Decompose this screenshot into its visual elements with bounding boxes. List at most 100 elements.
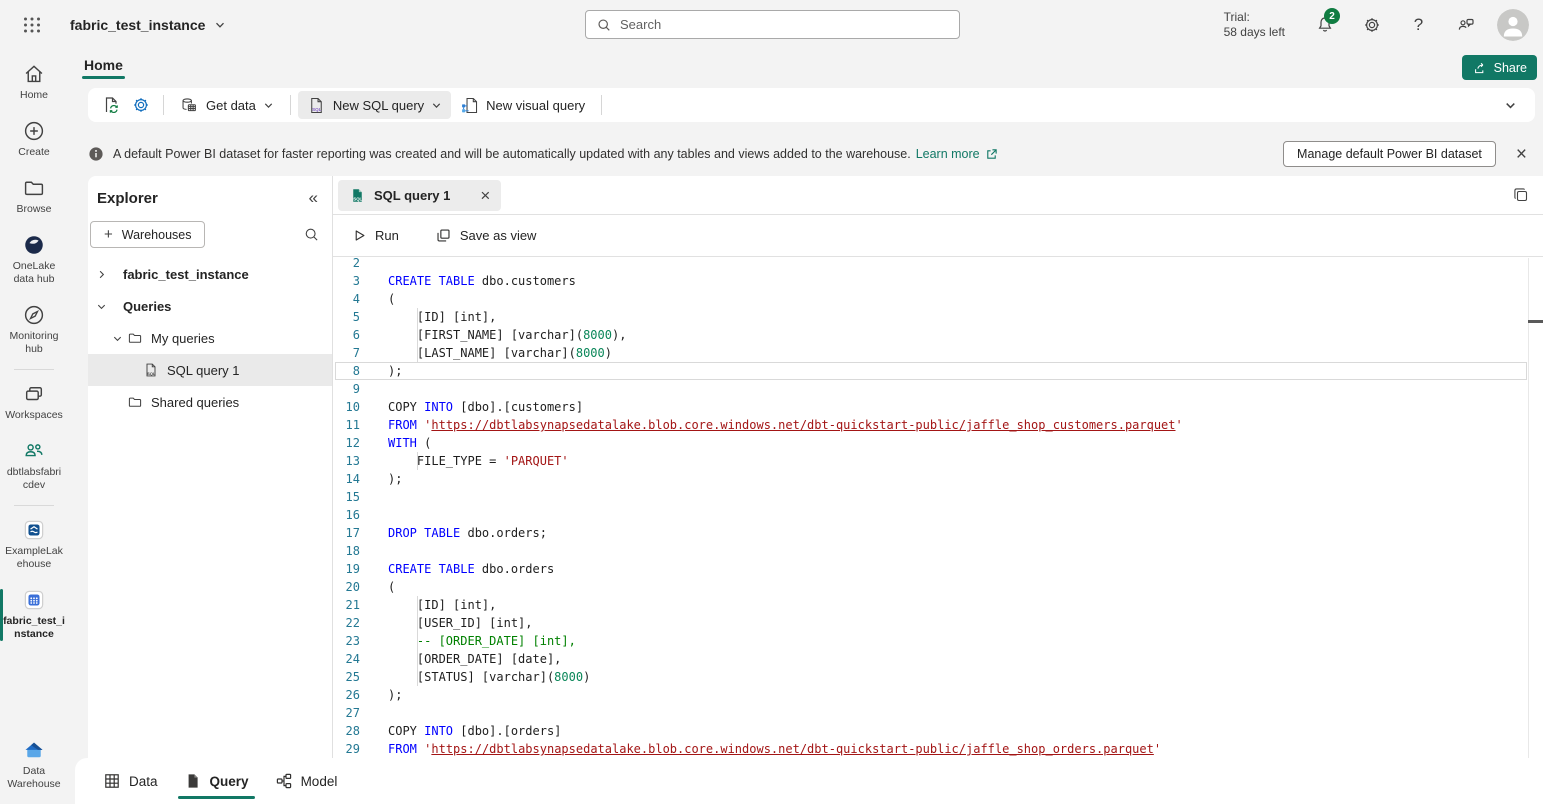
rail-item-label: Monitoringhub bbox=[9, 330, 58, 356]
rail-item-workspaces[interactable]: Workspaces bbox=[0, 374, 68, 431]
toolbar-expand-button[interactable] bbox=[1504, 99, 1517, 112]
code-text: [LAST_NAME] [varchar](8000) bbox=[388, 344, 612, 362]
help-button[interactable]: ? bbox=[1395, 0, 1442, 50]
code-line-16[interactable]: 16 bbox=[333, 506, 1543, 524]
code-line-22[interactable]: 22 [USER_ID] [int], bbox=[333, 614, 1543, 632]
run-button[interactable]: Run bbox=[346, 224, 405, 247]
settings-button[interactable] bbox=[1348, 0, 1395, 50]
code-line-25[interactable]: 25 [STATUS] [varchar](8000) bbox=[333, 668, 1543, 686]
rail-item-label: DataWarehouse bbox=[7, 765, 60, 791]
browse-icon bbox=[22, 176, 46, 200]
banner-message: A default Power BI dataset for faster re… bbox=[113, 147, 911, 161]
main-content: Explorer « + Warehouses fabric_test_inst… bbox=[88, 176, 1543, 758]
rail-item-label: fabric_test_instance bbox=[3, 615, 65, 641]
refresh-button[interactable] bbox=[96, 91, 126, 119]
code-line-12[interactable]: 12WITH ( bbox=[333, 434, 1543, 452]
workspace-switcher[interactable]: fabric_test_instance bbox=[70, 17, 226, 33]
svg-text:SQL: SQL bbox=[147, 371, 156, 376]
workspace-name: fabric_test_instance bbox=[70, 17, 205, 33]
search-input[interactable] bbox=[620, 17, 959, 32]
code-line-13[interactable]: 13 FILE_TYPE = 'PARQUET' bbox=[333, 452, 1543, 470]
code-line-21[interactable]: 21 [ID] [int], bbox=[333, 596, 1543, 614]
rail-item-data-warehouse[interactable]: DataWarehouse bbox=[0, 730, 68, 800]
rail-item-dbtlabsfabricdev[interactable]: dbtlabsfabricdev bbox=[0, 431, 68, 501]
line-number: 26 bbox=[333, 686, 360, 704]
tab-model[interactable]: Model bbox=[269, 758, 344, 804]
rail-item-label: OneLakedata hub bbox=[13, 260, 56, 286]
settings-toolbar-button[interactable] bbox=[126, 91, 156, 119]
code-line-2[interactable]: 2 bbox=[333, 258, 1543, 272]
rail-item-home[interactable]: Home bbox=[0, 54, 68, 111]
sql-document-icon: SQL bbox=[307, 96, 326, 115]
tab-data[interactable]: Data bbox=[97, 758, 164, 804]
explorer-title: Explorer bbox=[97, 190, 158, 207]
close-tab-icon[interactable]: × bbox=[480, 187, 490, 204]
app-launcher-button[interactable] bbox=[14, 7, 50, 43]
code-line-5[interactable]: 5 [ID] [int], bbox=[333, 308, 1543, 326]
code-line-4[interactable]: 4( bbox=[333, 290, 1543, 308]
code-line-27[interactable]: 27 bbox=[333, 704, 1543, 722]
query-tab[interactable]: SQL SQL query 1 × bbox=[338, 180, 501, 211]
code-line-7[interactable]: 7 [LAST_NAME] [varchar](8000) bbox=[333, 344, 1543, 362]
learn-more-link[interactable]: Learn more bbox=[916, 147, 998, 161]
rail-item-create[interactable]: Create bbox=[0, 111, 68, 168]
code-text: DROP TABLE dbo.orders; bbox=[388, 524, 547, 542]
share-button[interactable]: Share bbox=[1462, 55, 1537, 80]
code-line-28[interactable]: 28COPY INTO [dbo].[orders] bbox=[333, 722, 1543, 740]
copy-icon[interactable] bbox=[1512, 186, 1530, 204]
new-visual-query-button[interactable]: New visual query bbox=[451, 91, 594, 119]
rail-item-examplelakehouse[interactable]: ExampleLakehouse bbox=[0, 510, 68, 580]
tab-home[interactable]: Home bbox=[82, 50, 125, 80]
code-line-15[interactable]: 15 bbox=[333, 488, 1543, 506]
code-line-9[interactable]: 9 bbox=[333, 380, 1543, 398]
sql-file-green-icon: SQL bbox=[349, 187, 366, 204]
code-line-14[interactable]: 14); bbox=[333, 470, 1543, 488]
code-line-20[interactable]: 20( bbox=[333, 578, 1543, 596]
collapse-explorer-icon[interactable]: « bbox=[309, 188, 318, 208]
explorer-search-icon[interactable] bbox=[303, 226, 320, 243]
notifications-button[interactable]: 2 bbox=[1301, 0, 1348, 50]
code-line-10[interactable]: 10COPY INTO [dbo].[customers] bbox=[333, 398, 1543, 416]
manage-default-dataset-button[interactable]: Manage default Power BI dataset bbox=[1283, 141, 1496, 167]
sql-editor[interactable]: 23CREATE TABLE dbo.customers4(5 [ID] [in… bbox=[333, 258, 1543, 758]
chevron-right-icon bbox=[95, 269, 107, 280]
save-as-view-button[interactable]: Save as view bbox=[429, 223, 543, 248]
code-text: [FIRST_NAME] [varchar](8000), bbox=[388, 326, 626, 344]
explorer-panel: Explorer « + Warehouses fabric_test_inst… bbox=[88, 176, 333, 758]
tree-item-sql-query-1[interactable]: SQL SQL query 1 bbox=[88, 354, 332, 386]
add-warehouses-button[interactable]: + Warehouses bbox=[90, 221, 205, 248]
code-line-19[interactable]: 19CREATE TABLE dbo.orders bbox=[333, 560, 1543, 578]
line-number: 24 bbox=[333, 650, 360, 668]
tab-query[interactable]: Query bbox=[178, 758, 255, 804]
code-line-24[interactable]: 24 [ORDER_DATE] [date], bbox=[333, 650, 1543, 668]
account-avatar[interactable] bbox=[1497, 9, 1529, 41]
tree-item-my-queries[interactable]: My queries bbox=[88, 322, 332, 354]
code-line-29[interactable]: 29FROM 'https://dbtlabsynapsedatalake.bl… bbox=[333, 740, 1543, 758]
database-icon bbox=[180, 96, 199, 115]
tree-item-queries[interactable]: Queries bbox=[88, 290, 332, 322]
code-line-11[interactable]: 11FROM 'https://dbtlabsynapsedatalake.bl… bbox=[333, 416, 1543, 434]
model-icon bbox=[275, 772, 293, 790]
global-search bbox=[585, 10, 960, 39]
tree-item-shared-queries[interactable]: Shared queries bbox=[88, 386, 332, 418]
get-data-button[interactable]: Get data bbox=[171, 91, 283, 119]
code-line-8[interactable]: 8); bbox=[333, 362, 1543, 380]
code-line-23[interactable]: 23 -- [ORDER_DATE] [int], bbox=[333, 632, 1543, 650]
code-line-18[interactable]: 18 bbox=[333, 542, 1543, 560]
feedback-button[interactable] bbox=[1442, 0, 1489, 50]
home-icon bbox=[22, 62, 46, 86]
new-sql-query-button[interactable]: SQL New SQL query bbox=[298, 91, 451, 119]
rail-item-onelake-data-hub[interactable]: OneLakedata hub bbox=[0, 225, 68, 295]
rail-item-fabric-test-instance[interactable]: fabric_test_instance bbox=[0, 580, 68, 650]
tree-item-warehouse[interactable]: fabric_test_instance bbox=[88, 258, 332, 290]
code-text: ); bbox=[388, 470, 402, 488]
rail-item-monitoring-hub[interactable]: Monitoringhub bbox=[0, 295, 68, 365]
banner-close-icon[interactable]: × bbox=[1516, 145, 1527, 164]
rail-item-browse[interactable]: Browse bbox=[0, 168, 68, 225]
code-line-6[interactable]: 6 [FIRST_NAME] [varchar](8000), bbox=[333, 326, 1543, 344]
code-line-3[interactable]: 3CREATE TABLE dbo.customers bbox=[333, 272, 1543, 290]
code-line-17[interactable]: 17DROP TABLE dbo.orders; bbox=[333, 524, 1543, 542]
line-number: 14 bbox=[333, 470, 360, 488]
scrollbar-position-marker[interactable] bbox=[1528, 320, 1543, 323]
code-line-26[interactable]: 26); bbox=[333, 686, 1543, 704]
